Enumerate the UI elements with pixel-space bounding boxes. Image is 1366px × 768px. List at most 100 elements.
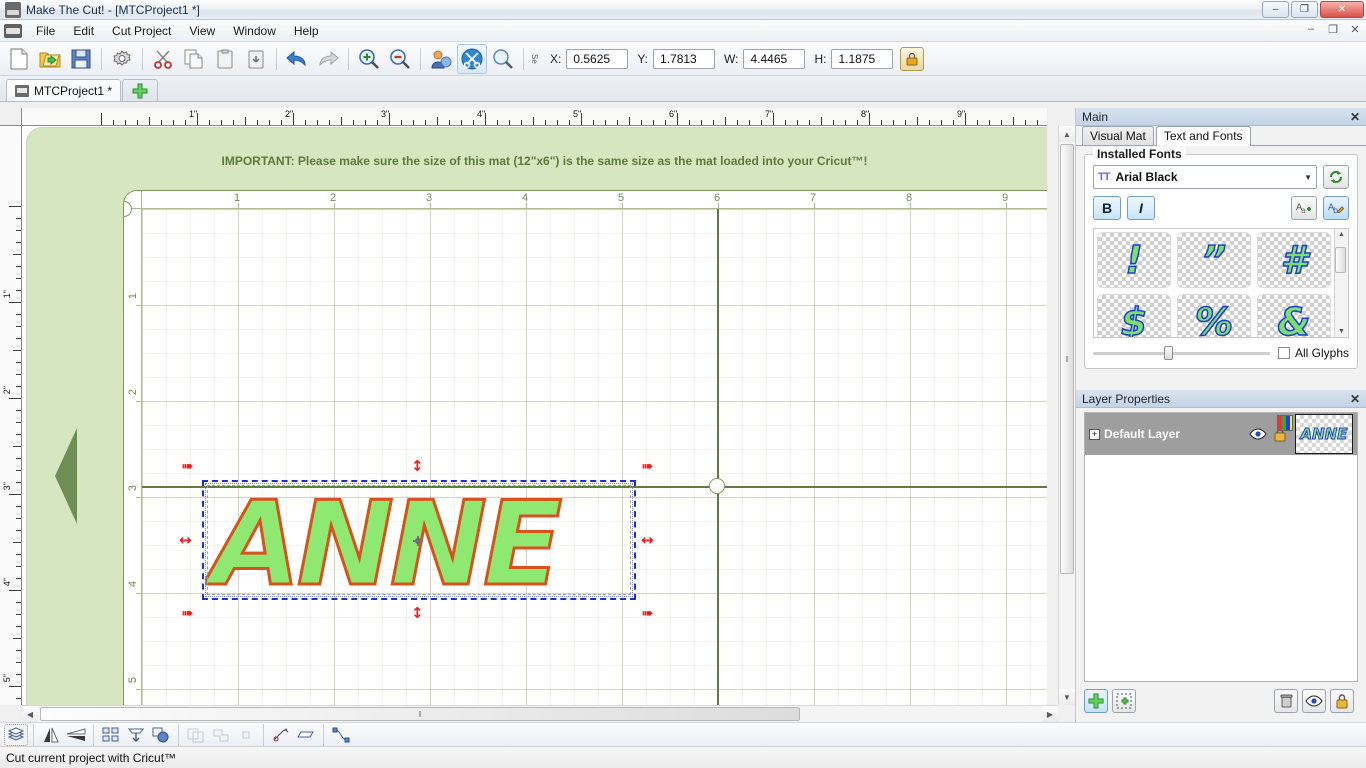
lock-aspect-icon[interactable] [900, 46, 925, 71]
canvas-horizontal-scrollbar[interactable]: ◀ ‖ ▶ [22, 705, 1058, 722]
glyph-preview-grid[interactable]: ! ” # $ % & ▲ ▼ [1093, 228, 1349, 338]
mdi-restore-button[interactable]: ❐ [1325, 23, 1341, 36]
menu-item-file[interactable]: File [28, 21, 63, 41]
x-field[interactable]: 0.5625 [566, 48, 629, 69]
layer-thumbnail[interactable]: ANNE [1295, 414, 1353, 454]
resize-handle-ne[interactable]: ➠ [641, 459, 654, 474]
mdi-minimize-button[interactable]: – [1303, 23, 1319, 36]
gear-settings-icon[interactable] [107, 44, 137, 74]
weld-icon[interactable] [184, 724, 208, 746]
union-icon[interactable] [209, 724, 233, 746]
user-account-icon[interactable] [426, 44, 456, 74]
break-path-icon[interactable] [269, 724, 293, 746]
select-all-layers-icon[interactable] [4, 723, 28, 746]
glyph-cell[interactable]: # [1257, 232, 1331, 288]
cut-with-cricut-icon[interactable] [457, 43, 487, 74]
flatten-icon[interactable] [294, 724, 318, 746]
canvas-viewport[interactable]: IMPORTANT: Please make sure the size of … [22, 126, 1047, 705]
save-disk-icon[interactable] [66, 44, 96, 74]
flip-vertical-icon[interactable] [64, 724, 88, 746]
glyph-cell[interactable]: & [1257, 294, 1331, 337]
menu-item-cut-project[interactable]: Cut Project [104, 21, 179, 41]
node-edit-icon[interactable] [329, 724, 353, 746]
glyph-size-slider[interactable] [1093, 346, 1270, 360]
layer-list[interactable]: + Default Layer ANNE [1084, 412, 1358, 682]
resize-handle-nw[interactable]: ➠ [181, 459, 194, 474]
maximize-button[interactable]: ❐ [1291, 1, 1318, 18]
bold-button[interactable]: B [1093, 196, 1121, 220]
color-palette-icon[interactable] [1277, 415, 1293, 431]
resize-handle-e[interactable]: ↔ [641, 533, 654, 548]
align-grid-icon[interactable] [99, 724, 123, 746]
menu-item-window[interactable]: Window [225, 21, 284, 41]
rotation-center-marker[interactable] [413, 536, 423, 546]
mat-grid-area[interactable]: 123456789 1 2 3 4 5 [123, 190, 1047, 705]
italic-button[interactable]: I [1127, 196, 1155, 220]
glyph-cell[interactable]: ! [1097, 232, 1171, 288]
glyph-cell[interactable]: $ [1097, 294, 1171, 337]
menu-item-help[interactable]: Help [286, 21, 327, 41]
menu-item-edit[interactable]: Edit [65, 21, 102, 41]
paste-icon[interactable] [210, 44, 240, 74]
origin-handle[interactable] [709, 478, 725, 494]
new-icon[interactable] [4, 44, 34, 74]
scroll-down-arrow[interactable]: ▼ [1059, 689, 1075, 705]
glyph-cell[interactable]: ” [1177, 232, 1251, 288]
open-folder-icon[interactable] [35, 44, 65, 74]
glyph-scroll-thumb[interactable] [1335, 247, 1346, 273]
scroll-up-arrow[interactable]: ▲ [1059, 126, 1075, 142]
close-button[interactable]: ✕ [1320, 1, 1364, 18]
minimize-button[interactable]: – [1262, 1, 1289, 18]
resize-handle-n[interactable]: ↕ [411, 459, 424, 474]
horizontal-scroll-thumb[interactable]: ‖ [40, 707, 800, 721]
refresh-fonts-icon[interactable] [1323, 165, 1349, 189]
resize-handle-sw[interactable]: ➠ [181, 606, 194, 621]
distribute-icon[interactable] [124, 724, 148, 746]
expand-icon[interactable]: + [1089, 428, 1100, 440]
mdi-close-button[interactable]: ✕ [1347, 23, 1363, 36]
eye-icon[interactable] [1249, 427, 1267, 441]
toggle-lock-icon[interactable] [1330, 689, 1354, 713]
scroll-right-arrow[interactable]: ▶ [1042, 706, 1058, 722]
zoom-in-icon[interactable] [354, 44, 384, 74]
edit-text-icon[interactable]: Ab [1323, 196, 1349, 220]
cutting-mat[interactable]: IMPORTANT: Please make sure the size of … [26, 127, 1047, 705]
redo-icon[interactable] [313, 44, 343, 74]
intersect-icon[interactable] [234, 724, 258, 746]
font-select[interactable]: TT Arial Black ▼ [1093, 165, 1317, 189]
scroll-left-arrow[interactable]: ◀ [22, 706, 38, 722]
toggle-visibility-icon[interactable] [1302, 689, 1326, 713]
tab-visual-mat[interactable]: Visual Mat [1082, 126, 1154, 145]
tab-text-and-fonts[interactable]: Text and Fonts [1155, 126, 1251, 146]
menu-item-view[interactable]: View [181, 21, 223, 41]
undo-icon[interactable] [282, 44, 312, 74]
layer-row-default[interactable]: + Default Layer ANNE [1085, 413, 1357, 455]
zoom-out-icon[interactable] [385, 44, 415, 74]
close-icon[interactable]: ✕ [1350, 110, 1360, 124]
tab-mtcproject1[interactable]: MTCProject1 * [6, 79, 122, 101]
close-icon[interactable]: ✕ [1350, 392, 1360, 406]
slider-knob[interactable] [1163, 346, 1173, 360]
h-field[interactable]: 1.1875 [831, 48, 894, 69]
preview-zoom-icon[interactable] [488, 44, 518, 74]
all-glyphs-checkbox-row[interactable]: All Glyphs [1277, 346, 1349, 360]
vertical-scroll-thumb[interactable]: ‖ [1060, 144, 1074, 574]
glyph-cell[interactable]: % [1177, 294, 1251, 337]
add-layer-icon[interactable] [1084, 689, 1108, 713]
add-font-icon[interactable]: Aa [1291, 196, 1317, 220]
chevron-down-icon[interactable]: ▼ [1304, 173, 1312, 182]
y-field[interactable]: 1.7813 [653, 48, 716, 69]
paste-special-icon[interactable] [241, 44, 271, 74]
canvas-vertical-scrollbar[interactable]: ▲ ‖ ▼ [1058, 126, 1075, 705]
shadow-layer-icon[interactable] [149, 724, 173, 746]
copy-icon[interactable] [179, 44, 209, 74]
delete-layer-icon[interactable] [1274, 689, 1298, 713]
scroll-down-arrow[interactable]: ▼ [1338, 326, 1345, 337]
all-glyphs-checkbox[interactable] [1277, 347, 1290, 359]
scroll-up-arrow[interactable]: ▲ [1338, 229, 1345, 240]
flip-horizontal-icon[interactable] [39, 724, 63, 746]
resize-handle-w[interactable]: ↔ [179, 533, 192, 548]
cut-scissors-icon[interactable] [148, 44, 178, 74]
new-tab-button[interactable] [122, 79, 159, 101]
add-selection-layer-icon[interactable] [1112, 689, 1136, 713]
